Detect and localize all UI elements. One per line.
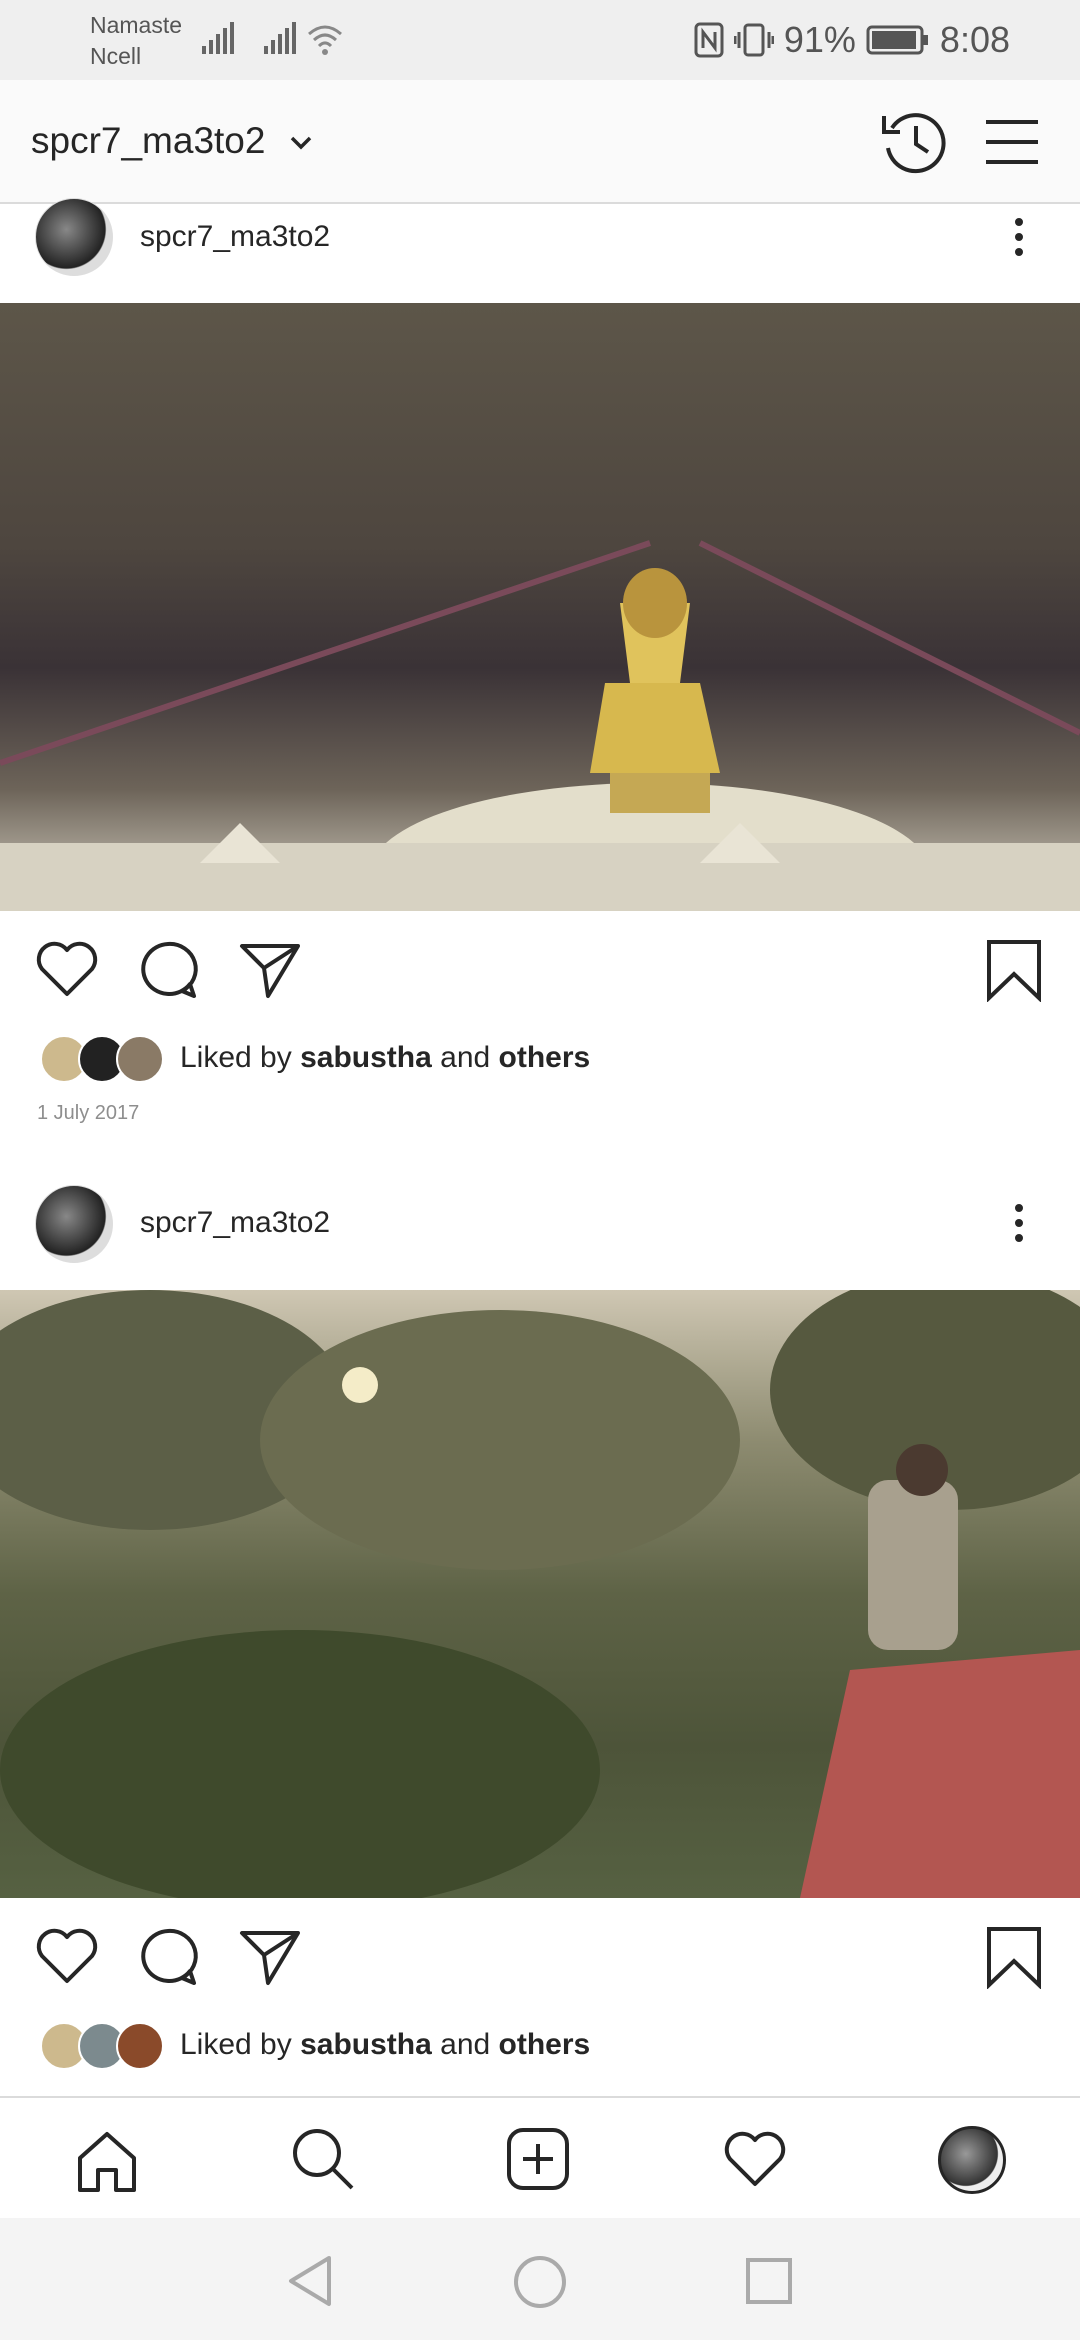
profile-avatar[interactable] [938, 2126, 1006, 2194]
chevron-down-icon [290, 136, 311, 150]
bottom-nav [0, 2096, 1080, 2220]
comment-icon[interactable] [138, 940, 200, 1000]
clock: 8:08 [939, 19, 1010, 60]
share-icon[interactable] [238, 940, 302, 1000]
add-post-icon[interactable] [505, 2126, 571, 2192]
activity-heart-icon[interactable] [722, 2128, 788, 2190]
stupa-illustration [0, 540, 1080, 911]
signal-icon [202, 22, 234, 54]
system-nav-bar [0, 2218, 1080, 2340]
account-switcher[interactable]: spcr7_ma3to2 [31, 120, 316, 162]
profile-username: spcr7_ma3to2 [31, 120, 266, 161]
likes-summary[interactable]: Liked by sabustha and others [180, 2028, 590, 2062]
more-options-icon[interactable] [1015, 218, 1023, 263]
liker-avatar [116, 1035, 164, 1083]
post-date: 1 July 2017 [37, 1102, 140, 1124]
liked-others-link: others [498, 2028, 591, 2061]
recents-icon[interactable] [744, 2256, 794, 2306]
search-icon[interactable] [290, 2126, 356, 2192]
home-circle-icon[interactable] [512, 2254, 568, 2310]
wifi-icon [308, 25, 342, 55]
forest-illustration [0, 1290, 1080, 1898]
menu-icon[interactable] [984, 118, 1040, 166]
back-icon[interactable] [285, 2254, 335, 2308]
vibrate-icon [733, 23, 774, 57]
bookmark-icon[interactable] [985, 938, 1043, 1002]
post-author-username[interactable]: spcr7_ma3to2 [140, 220, 330, 254]
nfc-icon [694, 22, 724, 58]
more-options-icon[interactable] [1015, 1204, 1023, 1249]
comment-icon[interactable] [138, 1927, 200, 1987]
home-icon[interactable] [74, 2128, 140, 2194]
status-bar: Namaste Ncell 91% 8:08 [0, 0, 1080, 80]
post-author-avatar[interactable] [35, 198, 113, 276]
status-right: 91% 8:08 [694, 16, 1010, 64]
liked-others-link: others [498, 1041, 591, 1074]
carrier-name: Namaste Ncell [90, 12, 183, 69]
post-author-username[interactable]: spcr7_ma3to2 [140, 1206, 330, 1240]
liker-username: sabustha [300, 1041, 432, 1074]
likes-summary[interactable]: Liked by sabustha and others [180, 1041, 590, 1075]
battery-percent: 91% [783, 19, 856, 60]
heart-icon[interactable] [35, 1925, 99, 1987]
post-photo[interactable] [0, 1290, 1080, 1898]
battery-icon [866, 25, 928, 55]
bookmark-icon[interactable] [985, 1925, 1043, 1989]
share-icon[interactable] [238, 1927, 302, 1987]
history-icon[interactable] [880, 108, 950, 174]
post-photo[interactable] [0, 303, 1080, 911]
post-author-avatar[interactable] [35, 1185, 113, 1263]
heart-icon[interactable] [35, 938, 99, 1000]
liker-avatar [116, 2022, 164, 2070]
signal-icon [264, 22, 296, 54]
liker-username: sabustha [300, 2028, 432, 2061]
